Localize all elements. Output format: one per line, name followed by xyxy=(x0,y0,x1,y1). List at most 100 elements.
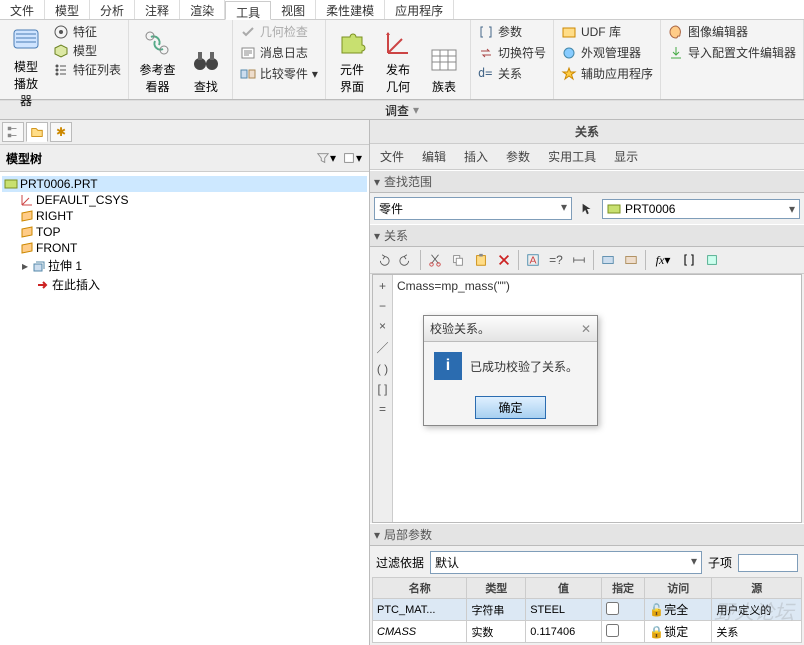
udf-icon xyxy=(561,24,577,40)
img-editor-button[interactable]: 图像编辑器 xyxy=(665,22,799,41)
tree-extrude[interactable]: ▸拉伸 1 xyxy=(2,256,367,275)
menu-insert[interactable]: 插入 xyxy=(456,146,496,167)
paste-button[interactable] xyxy=(470,249,492,271)
scope-item-combo[interactable]: PRT0006 xyxy=(602,199,800,219)
pick-arrow-button[interactable] xyxy=(576,198,598,220)
designate-checkbox[interactable] xyxy=(606,624,619,637)
lock-icon: 🔒 xyxy=(649,625,664,639)
tree-tab-1[interactable] xyxy=(2,122,24,142)
gutter-paren[interactable]: ( ) xyxy=(377,362,388,376)
relations-section-header[interactable]: ▾关系 xyxy=(370,224,804,247)
params-button[interactable]: 参数 xyxy=(475,22,549,41)
scope-type-combo[interactable]: 零件 xyxy=(374,197,572,220)
feature-button[interactable]: 特征 xyxy=(50,22,124,41)
brackets-button[interactable]: [] xyxy=(678,249,700,271)
gutter-eq[interactable]: = xyxy=(379,402,386,416)
tree-front-plane[interactable]: FRONT xyxy=(2,240,367,256)
publish-geom-button[interactable]: 发布几何 xyxy=(376,25,420,97)
tab-model[interactable]: 模型 xyxy=(45,0,90,19)
cube-icon xyxy=(53,43,69,59)
gutter-times[interactable]: × xyxy=(379,319,386,333)
tree-insert-here[interactable]: 在此插入 xyxy=(2,275,367,294)
sphere-icon xyxy=(561,45,577,61)
tab-analysis[interactable]: 分析 xyxy=(90,0,135,19)
toolbar-btn-c[interactable] xyxy=(620,249,642,271)
local-params-header[interactable]: ▾局部参数 xyxy=(370,523,804,546)
tab-annotate[interactable]: 注释 xyxy=(135,0,180,19)
import-cfg-button[interactable]: 导入配置文件编辑器 xyxy=(665,43,799,62)
tree-tab-2[interactable] xyxy=(26,122,48,142)
table-row[interactable]: PTC_MAT... 字符串 STEEL 🔓完全 用户定义的 xyxy=(373,599,802,621)
model-button[interactable]: 模型 xyxy=(50,41,124,60)
unlock-icon: 🔓 xyxy=(649,603,664,617)
delete-button[interactable] xyxy=(493,249,515,271)
comp-ui-button[interactable]: 元件界面 xyxy=(330,25,374,97)
model-tree-panel: ✱ 模型树 ▾ ▾ PRT0006.PRT DEFAULT_CSYS RIGHT… xyxy=(0,120,370,645)
col-type[interactable]: 类型 xyxy=(467,578,526,599)
msg-log-button[interactable]: 消息日志 xyxy=(237,43,321,62)
dimension-button[interactable] xyxy=(568,249,590,271)
toolbar-btn-a[interactable]: A xyxy=(522,249,544,271)
table-row[interactable]: CMASS 实数 0.117406 🔒锁定 关系 xyxy=(373,621,802,643)
aux-apps-button[interactable]: 辅助应用程序 xyxy=(558,64,656,83)
udf-lib-button[interactable]: UDF 库 xyxy=(558,22,656,41)
gutter-brack[interactable]: [ ] xyxy=(377,382,387,396)
ref-viewer-button[interactable]: 参考查看器 xyxy=(133,25,182,97)
menu-utils[interactable]: 实用工具 xyxy=(540,146,604,167)
menu-file[interactable]: 文件 xyxy=(372,146,412,167)
tab-file[interactable]: 文件 xyxy=(0,0,45,19)
switch-sym-button[interactable]: 切换符号 xyxy=(475,43,549,62)
col-value[interactable]: 值 xyxy=(526,578,602,599)
cut-button[interactable] xyxy=(424,249,446,271)
code-line: Cmass=mp_mass("") xyxy=(397,279,510,293)
gutter-minus[interactable]: − xyxy=(379,299,386,313)
model-player-button[interactable]: 模型播放器 xyxy=(4,22,48,97)
find-button[interactable]: 查找 xyxy=(184,42,228,97)
designate-checkbox[interactable] xyxy=(606,602,619,615)
copy-button[interactable] xyxy=(447,249,469,271)
relations-button[interactable]: d=关系 xyxy=(475,64,549,83)
col-source[interactable]: 源 xyxy=(712,578,802,599)
target-icon xyxy=(53,24,69,40)
appearance-mgr-button[interactable]: 外观管理器 xyxy=(558,43,656,62)
menu-edit[interactable]: 编辑 xyxy=(414,146,454,167)
redo-button[interactable] xyxy=(395,249,417,271)
tree-csys[interactable]: DEFAULT_CSYS xyxy=(2,192,367,208)
col-designate[interactable]: 指定 xyxy=(601,578,644,599)
tree-root[interactable]: PRT0006.PRT xyxy=(2,176,367,192)
undo-button[interactable] xyxy=(372,249,394,271)
gutter-plus[interactable]: + xyxy=(379,279,386,293)
tree-tab-3[interactable]: ✱ xyxy=(50,122,72,142)
relations-editor[interactable]: Cmass=mp_mass("") 校验关系。✕ i已成功校验了关系。 确定 xyxy=(393,275,801,522)
tree-right-plane[interactable]: RIGHT xyxy=(2,208,367,224)
tree-top-plane[interactable]: TOP xyxy=(2,224,367,240)
toolbar-btn-d[interactable] xyxy=(701,249,723,271)
dialog-ok-button[interactable]: 确定 xyxy=(475,396,545,419)
filter-combo[interactable]: 默认 xyxy=(430,551,702,574)
family-table-button[interactable]: 族表 xyxy=(422,42,466,97)
sub-field[interactable] xyxy=(738,554,798,572)
menu-params[interactable]: 参数 xyxy=(498,146,538,167)
menu-display[interactable]: 显示 xyxy=(606,146,646,167)
feature-list-button[interactable]: 特征列表 xyxy=(50,60,124,79)
tab-tools[interactable]: 工具 xyxy=(225,1,271,20)
tree-filter-button[interactable]: ▾ xyxy=(315,147,337,169)
col-name[interactable]: 名称 xyxy=(373,578,467,599)
fx-button[interactable]: fx▾ xyxy=(649,249,677,271)
tree-settings-button[interactable]: ▾ xyxy=(341,147,363,169)
col-access[interactable]: 访问 xyxy=(645,578,712,599)
tab-view[interactable]: 视图 xyxy=(271,0,316,19)
tab-render[interactable]: 渲染 xyxy=(180,0,225,19)
log-icon xyxy=(240,45,256,61)
verify-button[interactable]: =? xyxy=(545,249,567,271)
gutter-div[interactable]: ／ xyxy=(376,339,388,356)
dialog-close-button[interactable]: ✕ xyxy=(581,322,591,336)
dialog-title: 校验关系。 xyxy=(430,320,490,337)
tab-apps[interactable]: 应用程序 xyxy=(385,0,454,19)
compare-part-button[interactable]: 比较零件 ▾ xyxy=(237,64,321,83)
part-icon xyxy=(607,202,621,216)
scope-header[interactable]: ▾查找范围 xyxy=(370,170,804,193)
toolbar-btn-b[interactable] xyxy=(597,249,619,271)
tab-flex[interactable]: 柔性建模 xyxy=(316,0,385,19)
geom-check-button[interactable]: 几何检查 xyxy=(237,22,321,41)
